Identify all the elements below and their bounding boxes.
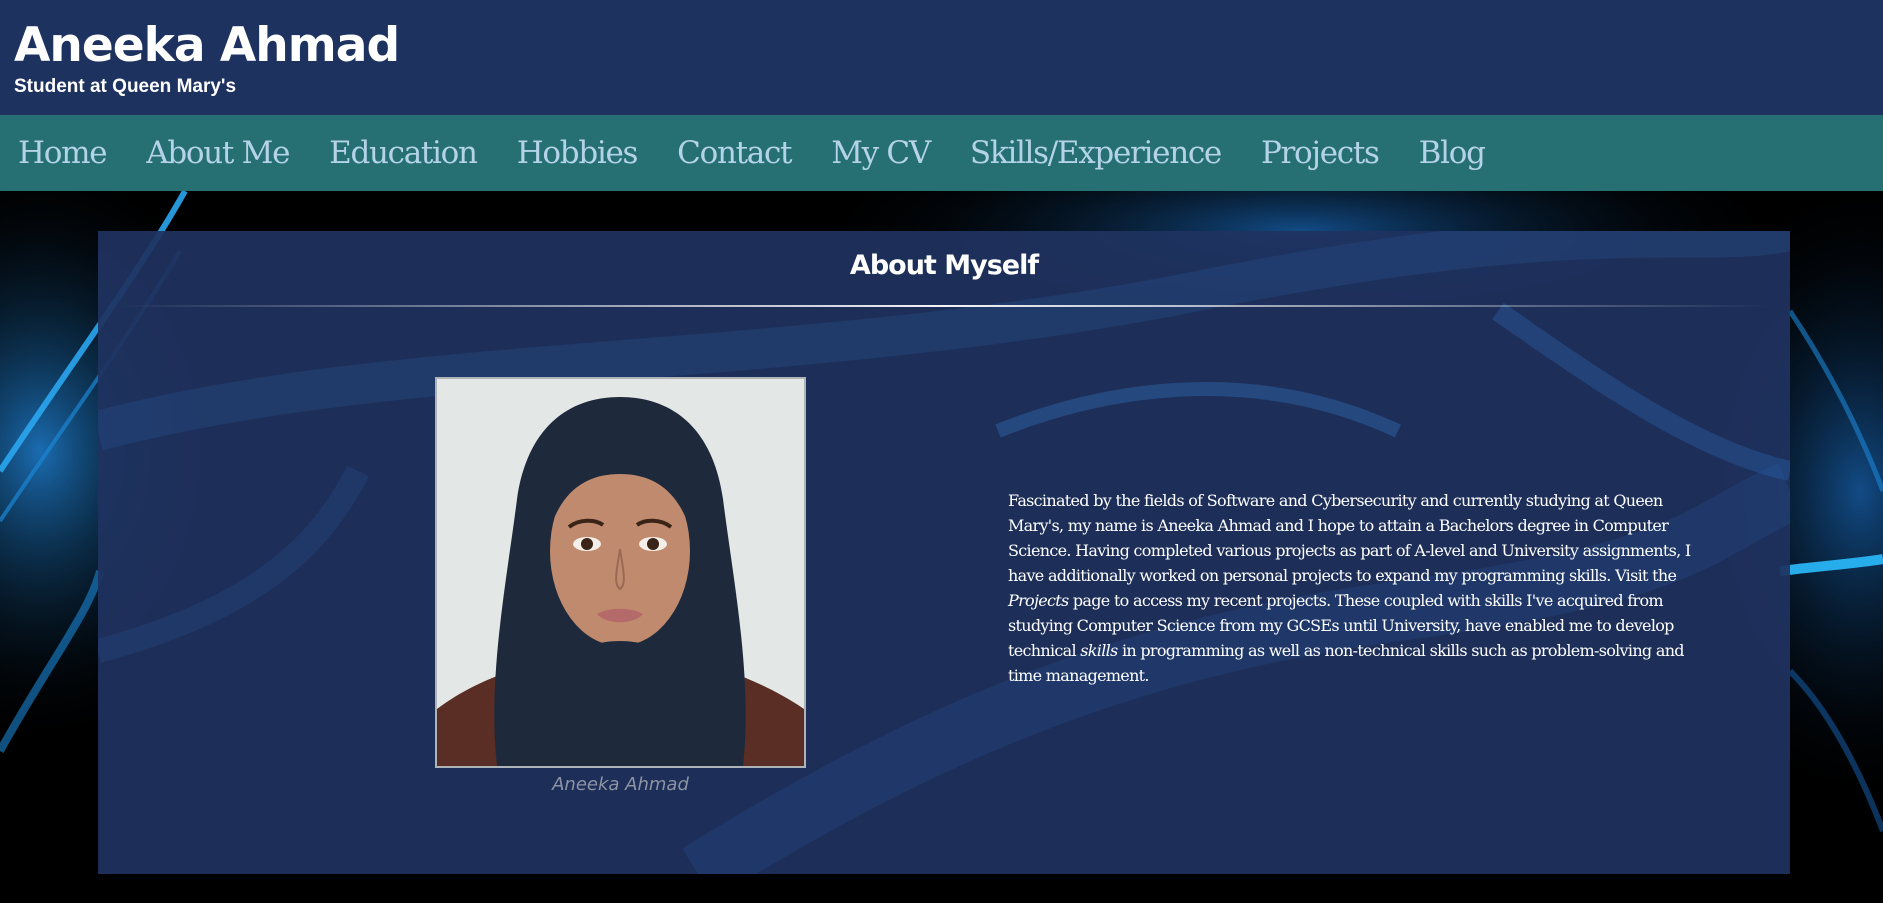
- profile-portrait-graphic: [437, 379, 804, 766]
- nav-item-hobbies[interactable]: Hobbies: [517, 133, 639, 173]
- photo-caption: Aneeka Ahmad: [552, 774, 689, 795]
- projects-page-reference: Projects: [1008, 591, 1069, 610]
- nav-item-projects[interactable]: Projects: [1261, 133, 1380, 173]
- nav-item-education[interactable]: Education: [329, 133, 478, 173]
- bio-paragraph: Fascinated by the fields of Software and…: [1008, 488, 1720, 688]
- nav-item-contact[interactable]: Contact: [677, 133, 792, 173]
- nav-item-home[interactable]: Home: [18, 133, 108, 173]
- about-heading: About Myself: [849, 250, 1039, 281]
- nav-item-my-cv[interactable]: My CV: [831, 133, 931, 173]
- site-header: Aneeka Ahmad Student at Queen Mary's: [0, 0, 1883, 115]
- bio-text-part-1: Fascinated by the fields of Software and…: [1008, 491, 1691, 585]
- nav-item-blog[interactable]: Blog: [1419, 133, 1486, 173]
- skills-emphasis: skills: [1080, 641, 1118, 660]
- heading-divider: [118, 305, 1770, 307]
- profile-photo: [435, 377, 806, 768]
- nav-item-about-me[interactable]: About Me: [146, 133, 290, 173]
- site-subtitle: Student at Queen Mary's: [14, 76, 237, 97]
- site-title: Aneeka Ahmad: [14, 18, 400, 73]
- nav-item-skills-experience[interactable]: Skills/Experience: [970, 133, 1222, 173]
- about-card: About Myself Aneeka Ahmad Fascinated by …: [98, 231, 1790, 874]
- main-nav: Home About Me Education Hobbies Contact …: [0, 115, 1883, 191]
